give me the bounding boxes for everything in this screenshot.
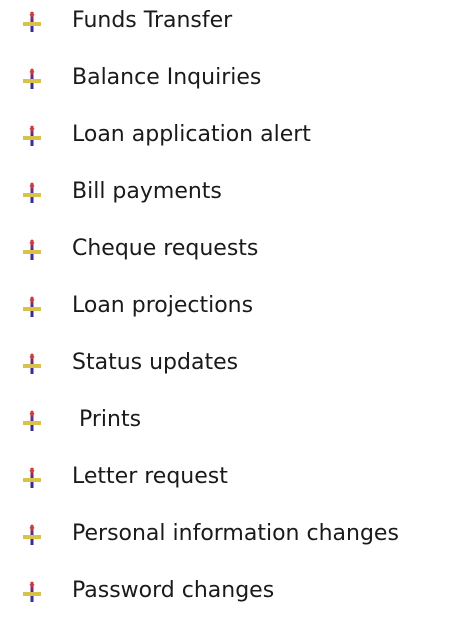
- list-item: Status updates: [0, 346, 461, 386]
- arrow-cross-bullet-icon: [22, 524, 42, 546]
- list-item: Balance Inquiries: [0, 61, 461, 101]
- list-item: Personal information changes: [0, 517, 461, 557]
- item-label: Personal information changes: [72, 521, 399, 546]
- arrow-cross-bullet-icon: [22, 467, 42, 489]
- arrow-cross-bullet-icon: [22, 68, 42, 90]
- arrow-cross-bullet-icon: [22, 296, 42, 318]
- list-item: Letter request: [0, 460, 461, 500]
- item-label: Loan application alert: [72, 122, 311, 147]
- list-item: Password changes: [0, 574, 461, 614]
- arrow-cross-bullet-icon: [22, 353, 42, 375]
- item-label: Letter request: [72, 464, 228, 489]
- list-item: Loan application alert: [0, 118, 461, 158]
- list-item: Funds Transfer: [0, 4, 461, 44]
- arrow-cross-bullet-icon: [22, 581, 42, 603]
- item-label: Prints: [72, 407, 142, 432]
- item-label: Cheque requests: [72, 236, 259, 261]
- list-item: Cheque requests: [0, 232, 461, 272]
- arrow-cross-bullet-icon: [22, 239, 42, 261]
- item-label: Loan projections: [72, 293, 254, 318]
- list-item: Loan projections: [0, 289, 461, 329]
- list-item: Prints: [0, 403, 461, 443]
- arrow-cross-bullet-icon: [22, 11, 42, 33]
- item-label: Funds Transfer: [72, 8, 233, 33]
- arrow-cross-bullet-icon: [22, 182, 42, 204]
- item-label: Balance Inquiries: [72, 65, 262, 90]
- arrow-cross-bullet-icon: [22, 125, 42, 147]
- item-label: Bill payments: [72, 179, 222, 204]
- list-item: Bill payments: [0, 175, 461, 215]
- item-label: Status updates: [72, 350, 239, 375]
- arrow-cross-bullet-icon: [22, 410, 42, 432]
- item-label: Password changes: [72, 578, 275, 603]
